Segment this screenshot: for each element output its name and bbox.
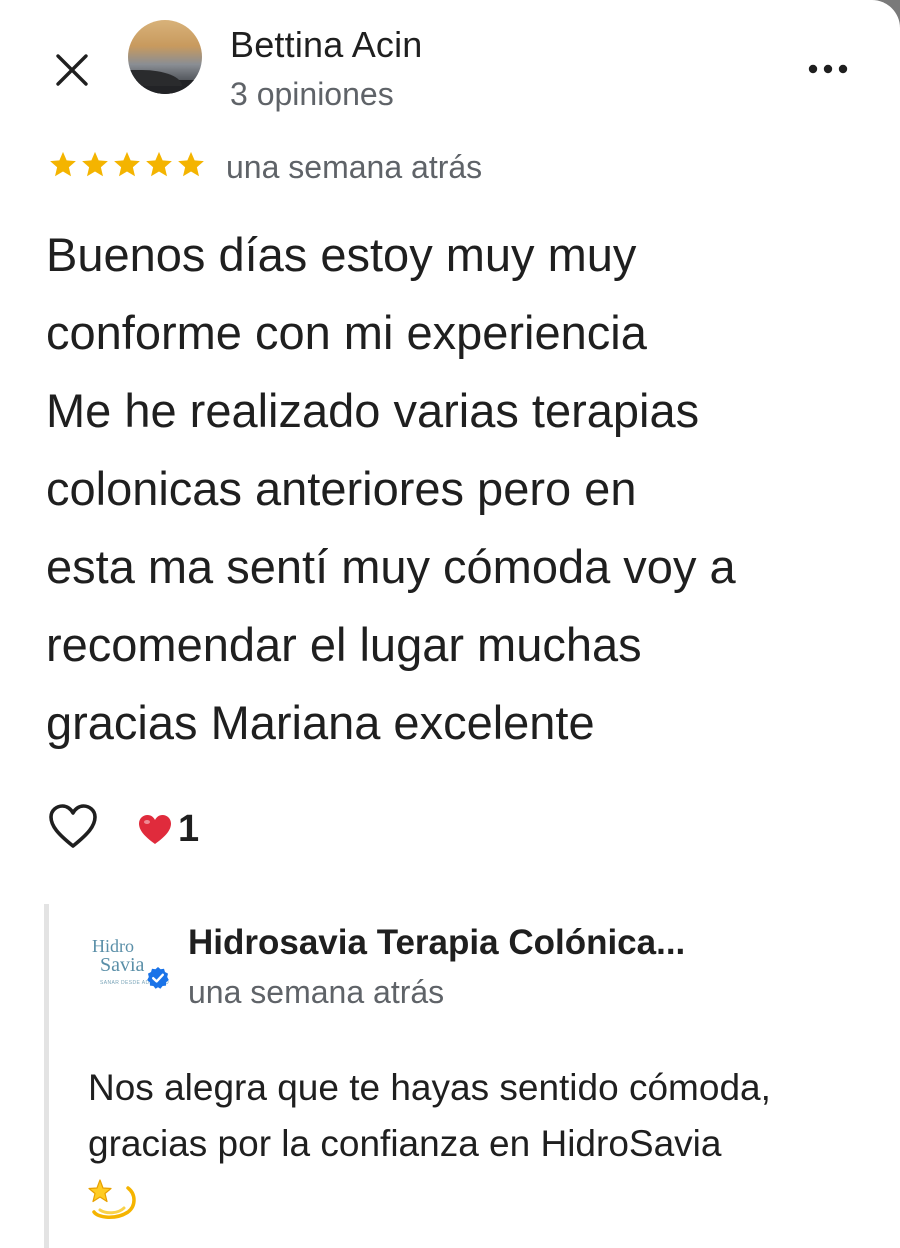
dizzy-star-icon <box>88 1179 136 1219</box>
owner-name[interactable]: Hidrosavia Terapia Colónica... <box>188 923 685 963</box>
star-icon <box>178 151 204 177</box>
reviewer-avatar[interactable] <box>128 20 202 94</box>
review-detail-sheet: Bettina Acin 3 opiniones una semana atrá… <box>0 0 900 1248</box>
red-heart-icon <box>139 814 171 844</box>
review-text: Buenos días estoy muy muy conforme con m… <box>46 228 736 749</box>
reviewer-review-count: 3 opiniones <box>230 76 394 112</box>
heart-count: 1 <box>178 808 200 850</box>
star-icon <box>50 151 76 177</box>
star-icon <box>82 151 108 177</box>
owner-reply-text: Nos alegra que te hayas sentido cómoda, … <box>88 1067 771 1164</box>
like-button[interactable] <box>48 804 98 850</box>
heart-outline-icon <box>49 804 97 848</box>
close-icon <box>56 54 88 86</box>
star-icon <box>146 151 172 177</box>
heart-reaction-summary[interactable]: 1 <box>138 808 199 851</box>
verified-badge-icon <box>147 967 169 989</box>
review-date: una semana atrás <box>226 149 483 185</box>
owner-reply-date: una semana atrás <box>188 974 445 1010</box>
owner-logo-text-2: Savia <box>100 954 145 976</box>
star-rating <box>48 150 206 180</box>
reviewer-name[interactable]: Bettina Acin <box>230 24 423 66</box>
close-button[interactable] <box>52 50 92 90</box>
more-horizontal-icon <box>808 64 848 74</box>
reply-divider <box>44 904 49 1248</box>
star-icon <box>114 151 140 177</box>
more-options-button[interactable] <box>806 54 850 84</box>
